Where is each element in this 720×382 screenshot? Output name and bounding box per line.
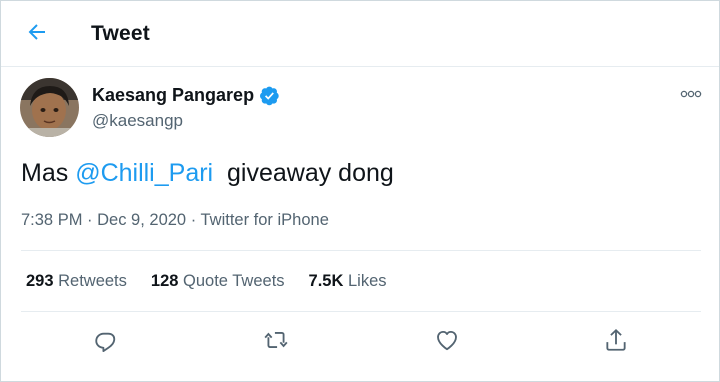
- like-icon: [434, 327, 460, 358]
- tweet-meta: 7:38 PM · Dec 9, 2020 · Twitter for iPho…: [21, 211, 329, 230]
- quote-tweets-count: 128: [150, 272, 179, 290]
- likes-stat[interactable]: 7.5K Likes: [309, 272, 387, 291]
- retweet-button[interactable]: [261, 327, 291, 357]
- page-header: Tweet: [1, 1, 719, 67]
- tweet-date[interactable]: Dec 9, 2020: [97, 211, 186, 229]
- share-button[interactable]: [601, 327, 631, 357]
- back-button[interactable]: [19, 17, 55, 51]
- quote-tweets-stat[interactable]: 128 Quote Tweets: [151, 272, 285, 291]
- divider: [21, 250, 701, 251]
- likes-count: 7.5K: [308, 272, 344, 290]
- mention-link[interactable]: @Chilli_Pari: [75, 159, 213, 187]
- like-button[interactable]: [432, 327, 462, 357]
- author-name-text: Kaesang Pangarep: [92, 85, 255, 105]
- divider: [21, 311, 701, 312]
- retweet-icon: [262, 327, 290, 358]
- avatar[interactable]: [20, 78, 79, 137]
- meta-separator: ·: [186, 211, 201, 229]
- retweets-stat[interactable]: 293 Retweets: [26, 272, 127, 291]
- reply-button[interactable]: [91, 327, 121, 357]
- more-horizontal-icon: [680, 86, 702, 104]
- tweet-detail-page: Tweet Kaesang Pangarep @kaesangp Mas @Ch…: [0, 0, 720, 382]
- share-icon: [603, 327, 629, 358]
- verified-badge-icon: [259, 85, 280, 106]
- tweet-text: Mas @Chilli_Pari giveaway dong: [21, 159, 394, 188]
- tweet-stats: 293 Retweets 128 Quote Tweets 7.5K Likes: [26, 272, 387, 291]
- tweet-text-prefix: Mas: [21, 159, 76, 187]
- likes-label: Likes: [343, 272, 387, 290]
- meta-separator: ·: [82, 211, 98, 229]
- page-title: Tweet: [91, 22, 150, 45]
- retweets-count: 293: [26, 272, 54, 290]
- reply-icon: [93, 327, 119, 358]
- tweet-source[interactable]: Twitter for iPhone: [200, 211, 328, 229]
- more-options-button[interactable]: [679, 87, 703, 103]
- quote-tweets-label: Quote Tweets: [178, 272, 285, 290]
- tweet-time[interactable]: 7:38 PM: [21, 211, 82, 229]
- arrow-left-icon: [25, 20, 49, 49]
- author-handle[interactable]: @kaesangp: [92, 111, 183, 131]
- retweets-label: Retweets: [53, 272, 127, 290]
- author-name[interactable]: Kaesang Pangarep: [92, 85, 280, 106]
- tweet-text-suffix: giveaway dong: [213, 159, 394, 187]
